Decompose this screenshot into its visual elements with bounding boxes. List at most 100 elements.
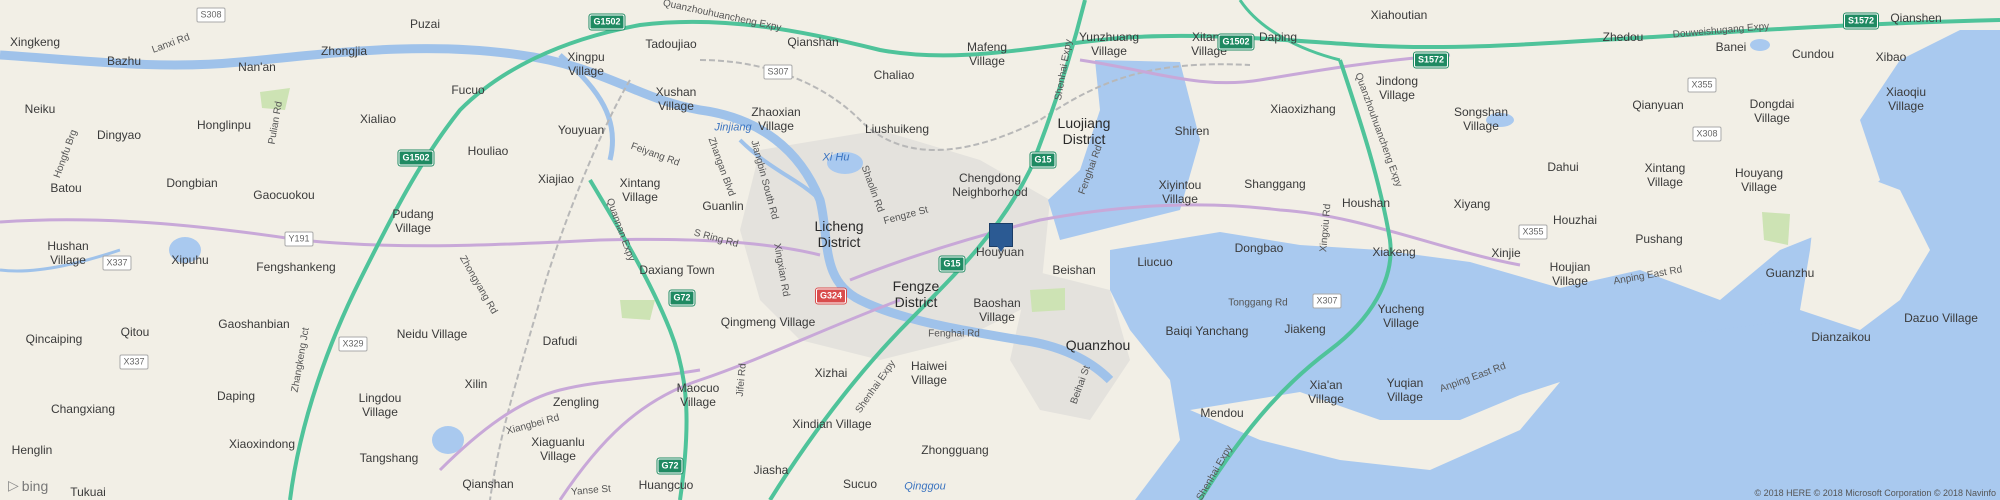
place-label: Gaoshanbian (218, 317, 290, 332)
route-shield-icon: G1502 (1217, 33, 1255, 51)
place-label: Houzhai (1552, 213, 1598, 228)
route-shield-icon: X307 (1312, 293, 1342, 309)
place-label: Yunzhuang Village (1078, 30, 1140, 58)
route-shield-icon: X329 (338, 336, 368, 352)
place-label: Fengshankeng (256, 260, 336, 275)
place-label: Jiasha (753, 463, 789, 478)
bing-wordmark: bing (21, 477, 49, 494)
place-label: Xintang Village (1644, 161, 1686, 189)
place-label: Xia'an Village (1308, 378, 1344, 406)
place-label: Guanzhu (1765, 266, 1815, 281)
place-label: Yuqian Village (1386, 376, 1424, 404)
place-label: Daxiang Town (639, 263, 715, 278)
place-label: Dingyao (96, 128, 142, 143)
place-label: Xinjie (1491, 246, 1521, 261)
place-label: Daping (216, 389, 256, 404)
place-label: Xindian Village (792, 417, 872, 432)
place-label: Xiakeng (1372, 245, 1416, 260)
place-label: Xipuhu (171, 253, 209, 268)
water-label: Qinggou (904, 480, 946, 493)
place-label: Dahui (1547, 160, 1579, 175)
place-label: Tadoujiao (645, 37, 697, 52)
place-label: Sucuo (842, 477, 878, 492)
place-label: Fengze District (892, 277, 940, 310)
place-label: Dongbian (166, 176, 218, 191)
place-label: Beishan (1052, 263, 1096, 278)
place-label: Xiaguanlu Village (531, 435, 585, 463)
place-label: Fucuo (451, 83, 485, 98)
route-shield-icon: G72 (668, 289, 696, 307)
place-label: Cundou (1791, 47, 1835, 62)
place-label: Honglinpu (196, 118, 252, 133)
place-label: Gaocuokou (253, 188, 315, 203)
water-label: Jinjiang (714, 121, 752, 134)
place-label: Xiyang (1453, 197, 1491, 212)
road-label: Tonggang Rd (1228, 297, 1288, 309)
route-shield-icon: G1502 (397, 149, 435, 167)
bing-logo[interactable]: ▷ bing (8, 477, 48, 494)
place-label: Daping (1258, 30, 1298, 45)
place-label: Houshan (1341, 196, 1391, 211)
place-label: Puzai (409, 17, 441, 32)
place-label: Tangshang (359, 451, 419, 466)
place-label: Qianshen (1890, 11, 1942, 26)
place-label: Qianshan (787, 35, 839, 50)
route-shield-icon: S308 (196, 7, 226, 23)
place-label: Tukuai (70, 485, 106, 500)
place-label: Dianzaikou (1811, 330, 1871, 345)
place-label: Liushuikeng (864, 122, 930, 137)
place-label: Xizhai (814, 366, 848, 381)
place-label: Xushan Village (655, 85, 697, 113)
place-label: Xiahoutian (1370, 8, 1428, 23)
route-shield-icon: X308 (1692, 126, 1722, 142)
place-label: Huangcuo (638, 478, 694, 493)
water-label: Xi Hu (822, 151, 850, 164)
route-shield-icon: Y191 (284, 231, 314, 247)
route-shield-icon: X355 (1518, 224, 1548, 240)
place-label: Houjian Village (1549, 260, 1591, 288)
place-label: Dafudi (542, 334, 578, 349)
place-label: Guanlin (702, 199, 744, 214)
copyright-text: © 2018 HERE © 2018 Microsoft Corporation… (1754, 488, 1996, 498)
bing-mark-icon: ▷ (8, 477, 19, 493)
place-label: Licheng District (814, 217, 864, 250)
place-label: Qianshan (462, 477, 514, 492)
place-label: Zengling (552, 395, 600, 410)
place-label: Neiku (24, 102, 56, 117)
route-shield-icon: S307 (763, 64, 793, 80)
route-shield-icon: X355 (1687, 77, 1717, 93)
place-label: Qingmeng Village (720, 315, 816, 330)
place-label: Youyuan (557, 123, 605, 138)
place-label: Mendou (1200, 406, 1244, 421)
place-label: Dongdai Village (1749, 97, 1795, 125)
place-label: Lingdou Village (358, 391, 402, 419)
road-label: Fenghai Rd (928, 328, 980, 340)
place-label: Dongbao (1234, 241, 1284, 256)
place-label: Henglin (11, 443, 53, 458)
location-marker-icon[interactable] (989, 223, 1013, 252)
place-label: Pudang Village (392, 207, 434, 235)
place-label: Baiqi Yanchang (1165, 324, 1249, 339)
place-label: Mafeng Village (966, 40, 1008, 68)
place-label: Haiwei Village (910, 359, 948, 387)
place-label: Zhaoxian Village (751, 105, 801, 133)
place-label: Pushang (1635, 232, 1683, 247)
place-label: Xiajiao (537, 172, 575, 187)
place-label: Changxiang (50, 402, 116, 417)
place-label: Qitou (120, 325, 150, 340)
place-label: Chaliao (873, 68, 915, 83)
place-label: Xiyintou Village (1158, 178, 1202, 206)
place-label: Xilin (464, 377, 488, 392)
place-label: Xingpu Village (567, 50, 605, 78)
place-label: Zhongjia (320, 44, 368, 59)
place-label: Chengdong Neighborhood (952, 171, 1028, 199)
place-label: Xialiao (359, 112, 397, 127)
place-label: Houliao (467, 144, 509, 159)
place-label: Nan'an (238, 60, 276, 75)
map-canvas[interactable]: Xingkeng Bazhu Nan'an Zhongjia Puzai Tadoujia… (0, 0, 2000, 500)
place-label: Maocuo Village (676, 381, 720, 409)
place-label: Jiakeng (1284, 322, 1326, 337)
place-label: Songshan Village (1453, 105, 1509, 133)
route-shield-icon: G324 (814, 287, 848, 305)
place-label: Jindong Village (1375, 74, 1419, 102)
